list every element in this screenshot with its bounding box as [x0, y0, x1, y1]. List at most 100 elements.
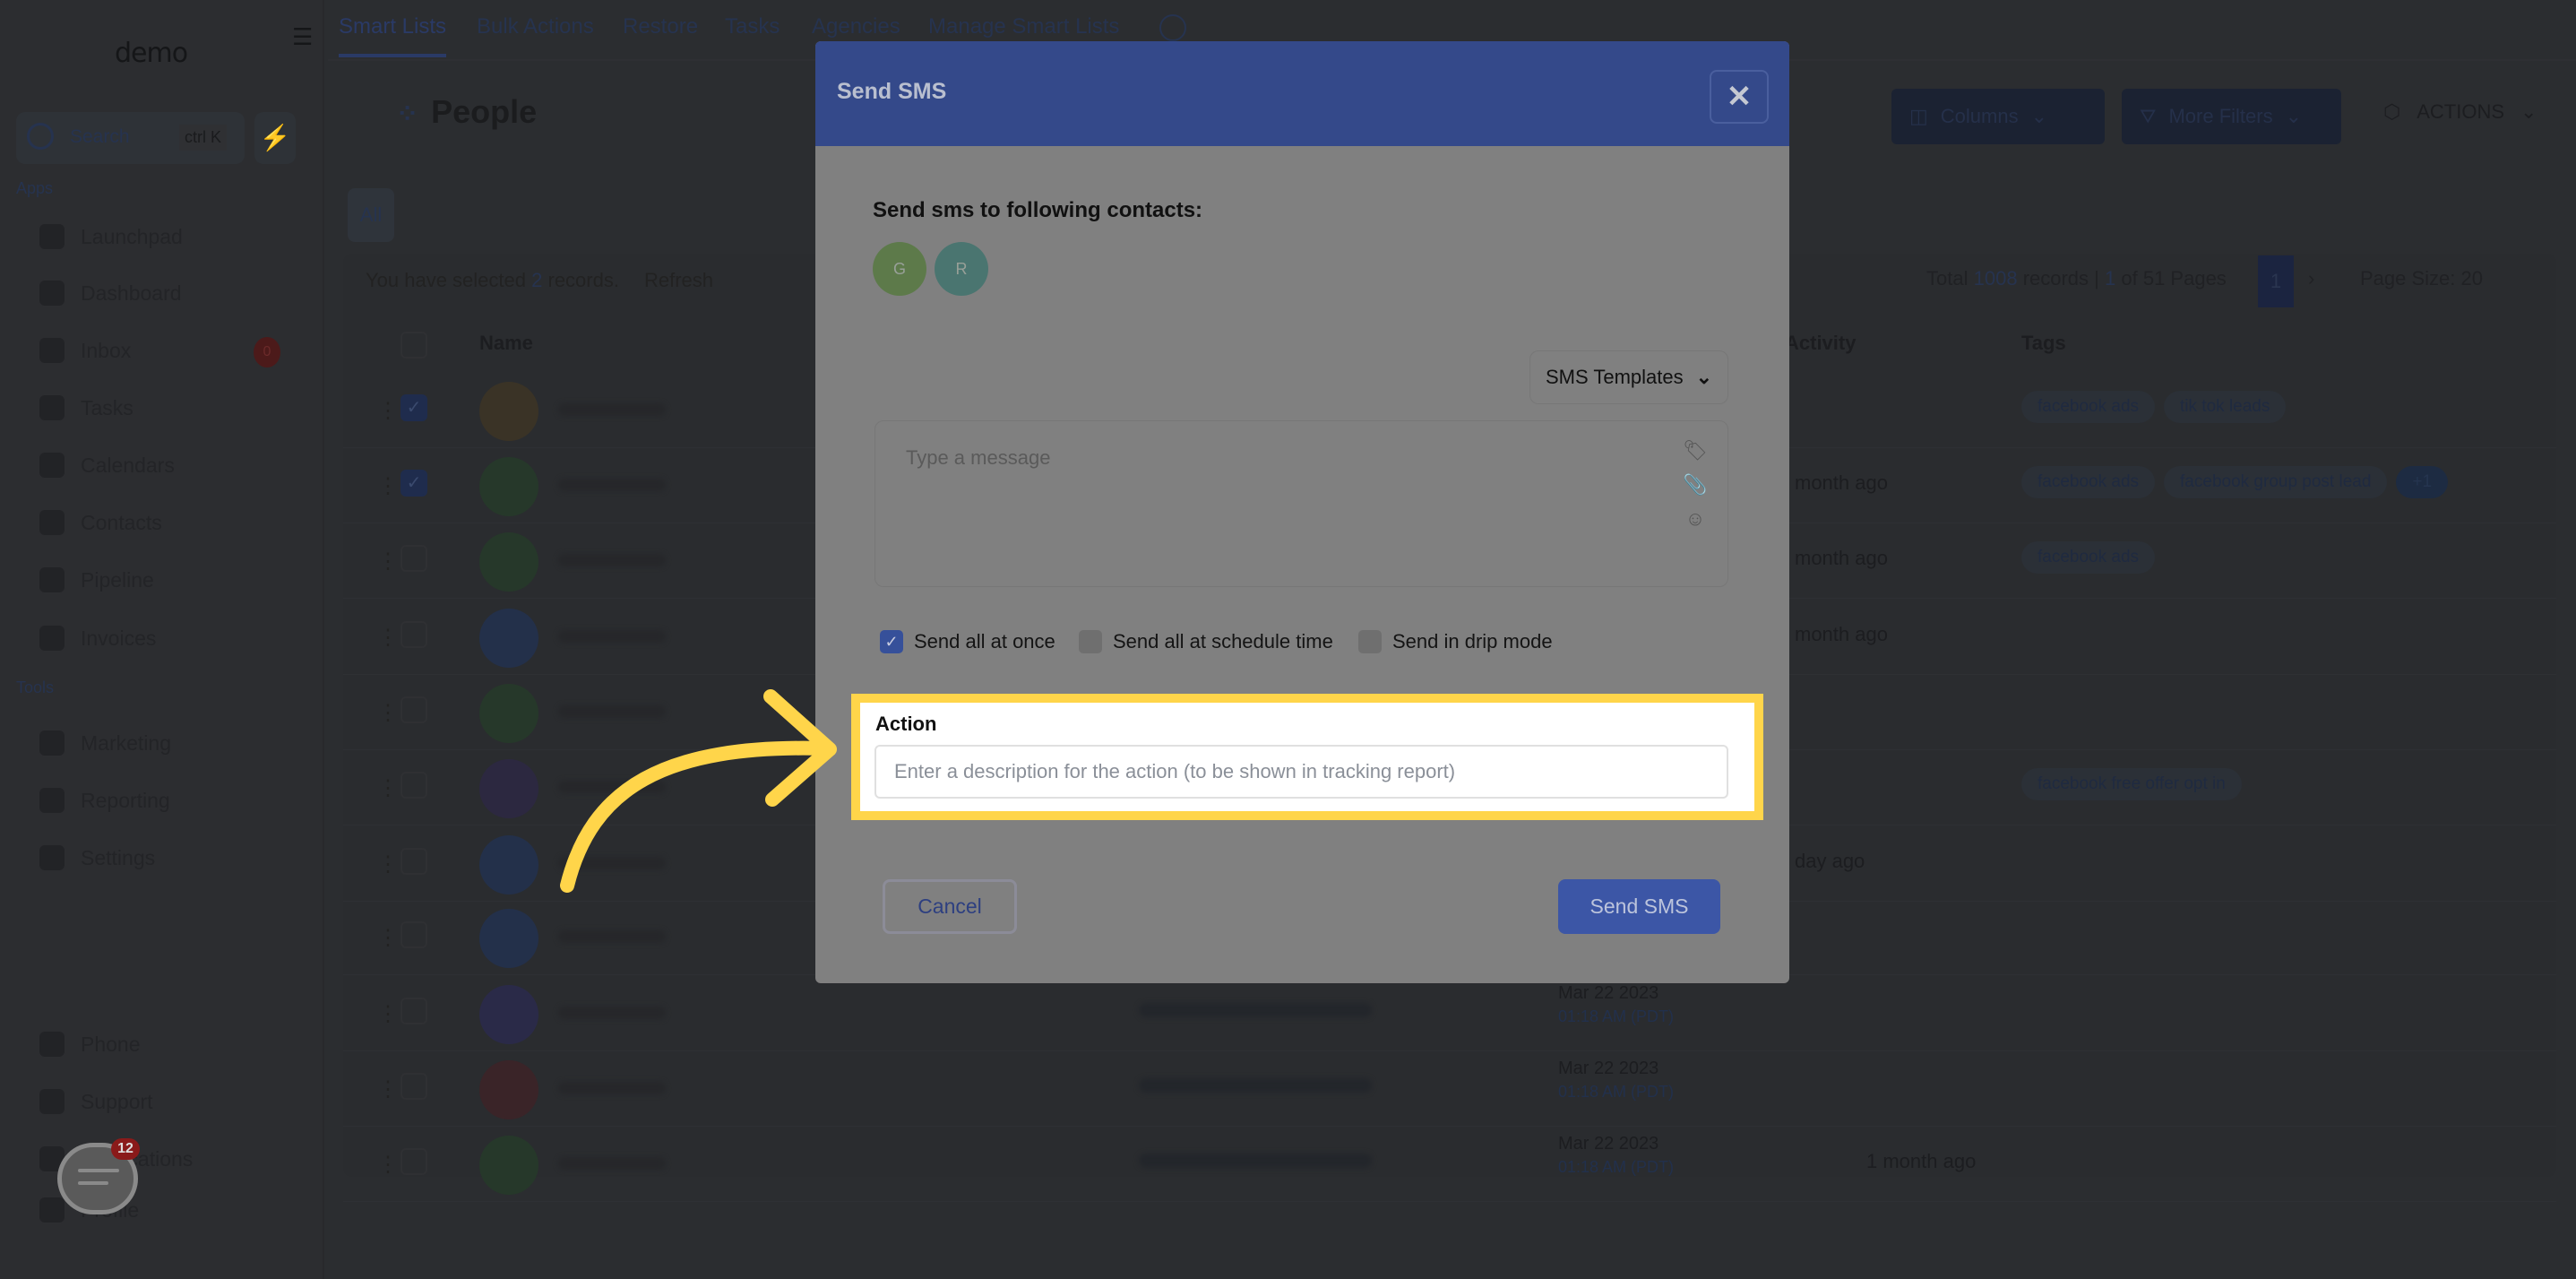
more-filters-button[interactable]: ⛛ More Filters ⌄: [2122, 89, 2341, 144]
tab-tasks[interactable]: Tasks: [725, 14, 780, 39]
row-checkbox[interactable]: [401, 921, 427, 948]
paperclip-icon[interactable]: 📎: [1682, 468, 1709, 502]
row-checkbox[interactable]: [401, 998, 427, 1024]
contact-name-redacted[interactable]: [558, 403, 666, 416]
tag[interactable]: tik tok leads: [2164, 391, 2287, 423]
drag-handle-icon[interactable]: ⋮: [377, 1076, 399, 1102]
tag[interactable]: +1: [2396, 466, 2449, 498]
tag[interactable]: facebook ads: [2021, 391, 2156, 423]
sidebar-item-phone[interactable]: Phone: [39, 1026, 141, 1062]
tag-icon[interactable]: 🏷: [1682, 434, 1709, 468]
columns-button[interactable]: ◫ Columns ⌄: [1891, 89, 2105, 144]
tag[interactable]: facebook free offer opt in: [2021, 768, 2242, 800]
sidebar-item-reporting[interactable]: Reporting: [39, 782, 170, 818]
drag-handle-icon[interactable]: ⋮: [377, 1001, 399, 1027]
page-size-select[interactable]: Page Size: 20: [2360, 267, 2483, 290]
checkbox[interactable]: [1079, 630, 1102, 653]
table-row[interactable]: ⋮ Mar 22 2023 01:18 AM (PDT): [343, 1051, 2556, 1127]
contact-name-redacted[interactable]: [558, 1082, 666, 1094]
action-description-input[interactable]: [874, 745, 1728, 799]
table-row[interactable]: ⋮ Mar 22 2023 01:18 AM (PDT): [343, 976, 2556, 1051]
drag-handle-icon[interactable]: ⋮: [377, 925, 399, 951]
sms-templates-dropdown[interactable]: SMS Templates ⌄: [1529, 350, 1728, 404]
row-checkbox[interactable]: [401, 545, 427, 572]
quick-actions-bolt-icon[interactable]: ⚡: [254, 112, 296, 164]
tag[interactable]: facebook group post lead: [2164, 466, 2388, 498]
option-send-in-drip-mode[interactable]: Send in drip mode: [1358, 630, 1553, 653]
sidebar-item-pipeline[interactable]: Pipeline: [39, 562, 154, 598]
settings-gear-icon[interactable]: [1159, 14, 1186, 41]
send-sms-button[interactable]: Send SMS: [1558, 879, 1720, 934]
drag-handle-icon[interactable]: ⋮: [377, 625, 399, 651]
tab-bulk-actions[interactable]: Bulk Actions: [477, 14, 594, 39]
row-checkbox[interactable]: [401, 848, 427, 875]
avatar: [479, 835, 538, 894]
option-send-all-at-once[interactable]: ✓ Send all at once: [880, 630, 1055, 653]
contact-name-redacted[interactable]: [558, 930, 666, 943]
select-all-checkbox[interactable]: [401, 332, 427, 359]
tab-restore[interactable]: Restore: [623, 14, 698, 39]
chat-badge: 12: [111, 1138, 140, 1160]
drag-handle-icon[interactable]: ⋮: [377, 775, 399, 801]
search-button[interactable]: Search ctrl K: [16, 112, 245, 164]
sidebar-item-dashboard[interactable]: Dashboard: [39, 275, 182, 311]
checkbox[interactable]: [1358, 630, 1382, 653]
row-checkbox[interactable]: [401, 1148, 427, 1175]
column-header-activity[interactable]: Activity: [1785, 332, 1856, 355]
table-row[interactable]: ⋮ Mar 22 2023 01:18 AM (PDT) 1 month ago: [343, 1127, 2556, 1202]
actions-dropdown[interactable]: ⬡ ACTIONS ⌄: [2383, 100, 2537, 124]
next-page-icon[interactable]: ›: [2308, 267, 2314, 290]
contact-name-redacted[interactable]: [558, 479, 666, 491]
sidebar-item-launchpad[interactable]: Launchpad: [39, 219, 183, 255]
page-1-button[interactable]: 1: [2258, 255, 2294, 307]
tag[interactable]: facebook ads: [2021, 466, 2156, 498]
contact-name-redacted[interactable]: [558, 630, 666, 643]
column-header-tags[interactable]: Tags: [2021, 332, 2066, 355]
row-checkbox[interactable]: [401, 1073, 427, 1100]
row-checkbox[interactable]: ✓: [401, 470, 427, 497]
drag-handle-icon[interactable]: ⋮: [377, 473, 399, 499]
drag-handle-icon[interactable]: ⋮: [377, 398, 399, 424]
sidebar-item-inbox[interactable]: Inbox: [39, 333, 131, 368]
sidebar-item-support[interactable]: Support: [39, 1084, 153, 1119]
emoji-icon[interactable]: ☺: [1682, 502, 1709, 536]
tab-agencies[interactable]: Agencies: [812, 14, 900, 39]
sidebar-item-calendars[interactable]: Calendars: [39, 447, 175, 483]
drag-handle-icon[interactable]: ⋮: [377, 1152, 399, 1178]
drag-handle-icon[interactable]: ⋮: [377, 700, 399, 726]
logo: demo: [115, 38, 188, 69]
row-checkbox[interactable]: [401, 621, 427, 648]
contact-name-redacted[interactable]: [558, 1157, 666, 1170]
sidebar-item-marketing[interactable]: Marketing: [39, 725, 171, 761]
tab-smart-lists[interactable]: Smart Lists: [339, 14, 447, 57]
avatar: [479, 759, 538, 818]
row-checkbox[interactable]: [401, 772, 427, 799]
reporting-icon: [39, 788, 65, 813]
row-checkbox[interactable]: ✓: [401, 394, 427, 421]
sidebar-item-invoices[interactable]: Invoices: [39, 620, 156, 656]
contact-avatar: R: [935, 242, 988, 296]
drag-handle-icon[interactable]: ⋮: [377, 851, 399, 877]
last-activity: 1 month ago: [1866, 1150, 1977, 1172]
option-send-at-schedule-time[interactable]: Send all at schedule time: [1079, 630, 1333, 653]
drag-handle-icon[interactable]: ⋮: [377, 549, 399, 575]
sidebar-item-settings[interactable]: Settings: [39, 840, 155, 876]
filter-tab-all[interactable]: All: [348, 188, 394, 242]
row-checkbox[interactable]: [401, 696, 427, 723]
cancel-button[interactable]: Cancel: [883, 879, 1017, 934]
close-icon[interactable]: ✕: [1710, 70, 1769, 124]
contact-name-redacted[interactable]: [558, 1007, 666, 1019]
sidebar-item-contacts[interactable]: Contacts: [39, 505, 162, 540]
message-textarea[interactable]: Type a message 🏷 📎 ☺: [874, 420, 1728, 587]
tag[interactable]: facebook ads: [2021, 541, 2156, 574]
sidebar-item-tasks[interactable]: Tasks: [39, 390, 134, 426]
send-to-label: Send sms to following contacts:: [873, 198, 1203, 222]
phone-icon: [39, 1032, 65, 1057]
tab-manage-smart-lists[interactable]: Manage Smart Lists: [928, 14, 1119, 39]
menu-toggle-icon[interactable]: ☰: [292, 23, 313, 51]
checkbox-checked[interactable]: ✓: [880, 630, 903, 653]
refresh-link[interactable]: Refresh: [644, 269, 713, 292]
apps-heading: Apps: [16, 179, 54, 197]
contact-name-redacted[interactable]: [558, 554, 666, 566]
column-header-name[interactable]: Name: [479, 332, 533, 355]
